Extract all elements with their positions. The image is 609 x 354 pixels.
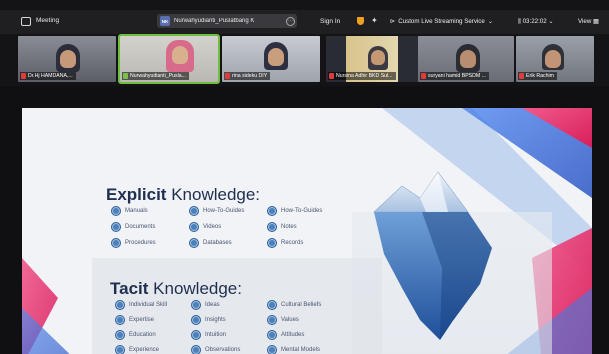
more-options-icon[interactable]: ··· — [286, 16, 295, 26]
tacit-item: Individual Skill — [116, 301, 167, 309]
explicit-knowledge-heading: Explicit Knowledge: — [106, 185, 261, 204]
participant-face — [60, 50, 76, 68]
apps-icon[interactable]: ✦ — [371, 17, 379, 25]
meeting-menu[interactable]: Meeting — [20, 16, 60, 26]
mic-on-icon — [123, 73, 128, 79]
tacit-item: Cultural Beliefs — [268, 301, 321, 309]
bullet-icon — [268, 316, 276, 324]
active-speaker-chip[interactable]: NK Nurwahyudianti_Puslatbang K ··· — [157, 14, 297, 28]
participant-tile[interactable]: suryani hamid BPSDM ... — [418, 36, 514, 82]
meeting-toolbar: Meeting NK Nurwahyudianti_Puslatbang K ·… — [0, 10, 609, 34]
bullet-icon — [268, 207, 276, 215]
participant-tile[interactable]: Dr.Hj HAMDANA,... — [18, 36, 116, 82]
bullet-icon — [192, 346, 200, 354]
shared-screen: Explicit Knowledge: Manuals Documents Pr… — [0, 86, 609, 354]
bullet-icon — [190, 239, 198, 247]
participant-face — [460, 50, 476, 68]
participant-face — [545, 50, 561, 68]
explicit-item: Videos — [190, 223, 221, 231]
zoom-meeting-screen: Meeting NK Nurwahyudianti_Puslatbang K ·… — [0, 0, 609, 354]
mic-off-icon — [21, 73, 26, 79]
broadcast-icon: ⊳ — [390, 18, 396, 25]
participant-face — [172, 46, 188, 64]
participant-label: suryani hamid BPSDM ... — [420, 72, 489, 80]
bullet-icon — [268, 239, 276, 247]
explicit-item: Procedures — [112, 239, 156, 247]
participant-label: Nurwahyudianti_Pusla... — [122, 72, 189, 80]
participant-label: Nursina Adhir BKD Sul... — [328, 72, 396, 80]
participant-face — [268, 48, 284, 66]
presentation-slide: Explicit Knowledge: Manuals Documents Pr… — [22, 108, 592, 354]
bullet-icon — [116, 331, 124, 339]
participant-tile[interactable]: Erik Rachim — [516, 36, 594, 82]
speaker-avatar: NK — [160, 16, 170, 26]
tacit-item: Insights — [192, 316, 226, 324]
meeting-icon — [20, 16, 31, 26]
chevron-down-icon: ⌄ — [487, 18, 494, 25]
tacit-item: Observations — [192, 346, 240, 354]
mic-off-icon — [519, 73, 524, 79]
tacit-item: Mental Models — [268, 346, 320, 354]
bullet-icon — [268, 346, 276, 354]
bullet-icon — [192, 301, 200, 309]
bullet-icon — [116, 346, 124, 354]
bullet-icon — [112, 207, 120, 215]
sign-in-button[interactable]: Sign In — [320, 18, 340, 25]
mic-off-icon — [329, 73, 334, 79]
explicit-item: Manuals — [112, 207, 148, 215]
explicit-item: Databases — [190, 239, 232, 247]
tacit-knowledge-heading: Tacit Knowledge: — [110, 279, 242, 298]
participant-strip: Dr.Hj HAMDANA,... Nurwahyudianti_Pusla..… — [0, 34, 609, 86]
participant-face — [371, 50, 385, 65]
live-stream-indicator[interactable]: ⊳ Custom Live Streaming Service ⌄ — [390, 18, 493, 25]
meeting-label: Meeting — [36, 17, 60, 24]
bullet-icon — [192, 331, 200, 339]
mic-off-icon — [225, 73, 230, 79]
stream-label: Custom Live Streaming Service — [398, 18, 485, 25]
tacit-item: Values — [268, 316, 299, 324]
bullet-icon — [112, 239, 120, 247]
tacit-item: Attitudes — [268, 331, 304, 339]
participant-tile[interactable]: Nursina Adhir BKD Sul... — [326, 36, 418, 82]
bullet-icon — [190, 207, 198, 215]
meeting-timer[interactable]: ⫼ 03:22:02 ⌄ — [518, 18, 554, 26]
grid-icon: ▦ — [593, 18, 599, 25]
explicit-item: Documents — [112, 223, 155, 231]
tacit-item: Education — [116, 331, 156, 339]
participant-tile[interactable]: rina sideku DIY — [222, 36, 320, 82]
participant-label: rina sideku DIY — [224, 72, 271, 80]
view-label: View — [578, 18, 592, 25]
bullet-icon — [192, 316, 200, 324]
bullet-icon — [268, 223, 276, 231]
view-button[interactable]: View ▦ — [578, 18, 599, 25]
security-shield-icon[interactable] — [357, 17, 364, 25]
tacit-item: Ideas — [192, 301, 220, 309]
explicit-item: How-To-Guides — [190, 207, 244, 215]
bullet-icon — [190, 223, 198, 231]
participant-tile-active-speaker[interactable]: Nurwahyudianti_Pusla... — [118, 34, 220, 84]
speaker-name: Nurwahyudianti_Puslatbang K — [174, 18, 255, 24]
bullet-icon — [268, 331, 276, 339]
participant-label: Erik Rachim — [518, 72, 557, 80]
bullet-icon — [116, 316, 124, 324]
mic-off-icon — [421, 73, 426, 79]
tacit-item: Intuition — [192, 331, 226, 339]
explicit-item: Notes — [268, 223, 297, 231]
explicit-item: How-To-Guides — [268, 207, 322, 215]
bullet-icon — [112, 223, 120, 231]
timer-value: 03:22:02 — [522, 18, 547, 25]
explicit-item: Records — [268, 239, 303, 247]
tacit-item: Experience — [116, 346, 159, 354]
bullet-icon — [268, 301, 276, 309]
chevron-down-icon: ⌄ — [548, 18, 554, 25]
participant-label: Dr.Hj HAMDANA,... — [20, 72, 76, 80]
bars-icon: ⫼ — [518, 18, 521, 25]
bullet-icon — [116, 301, 124, 309]
tacit-item: Expertise — [116, 316, 154, 324]
